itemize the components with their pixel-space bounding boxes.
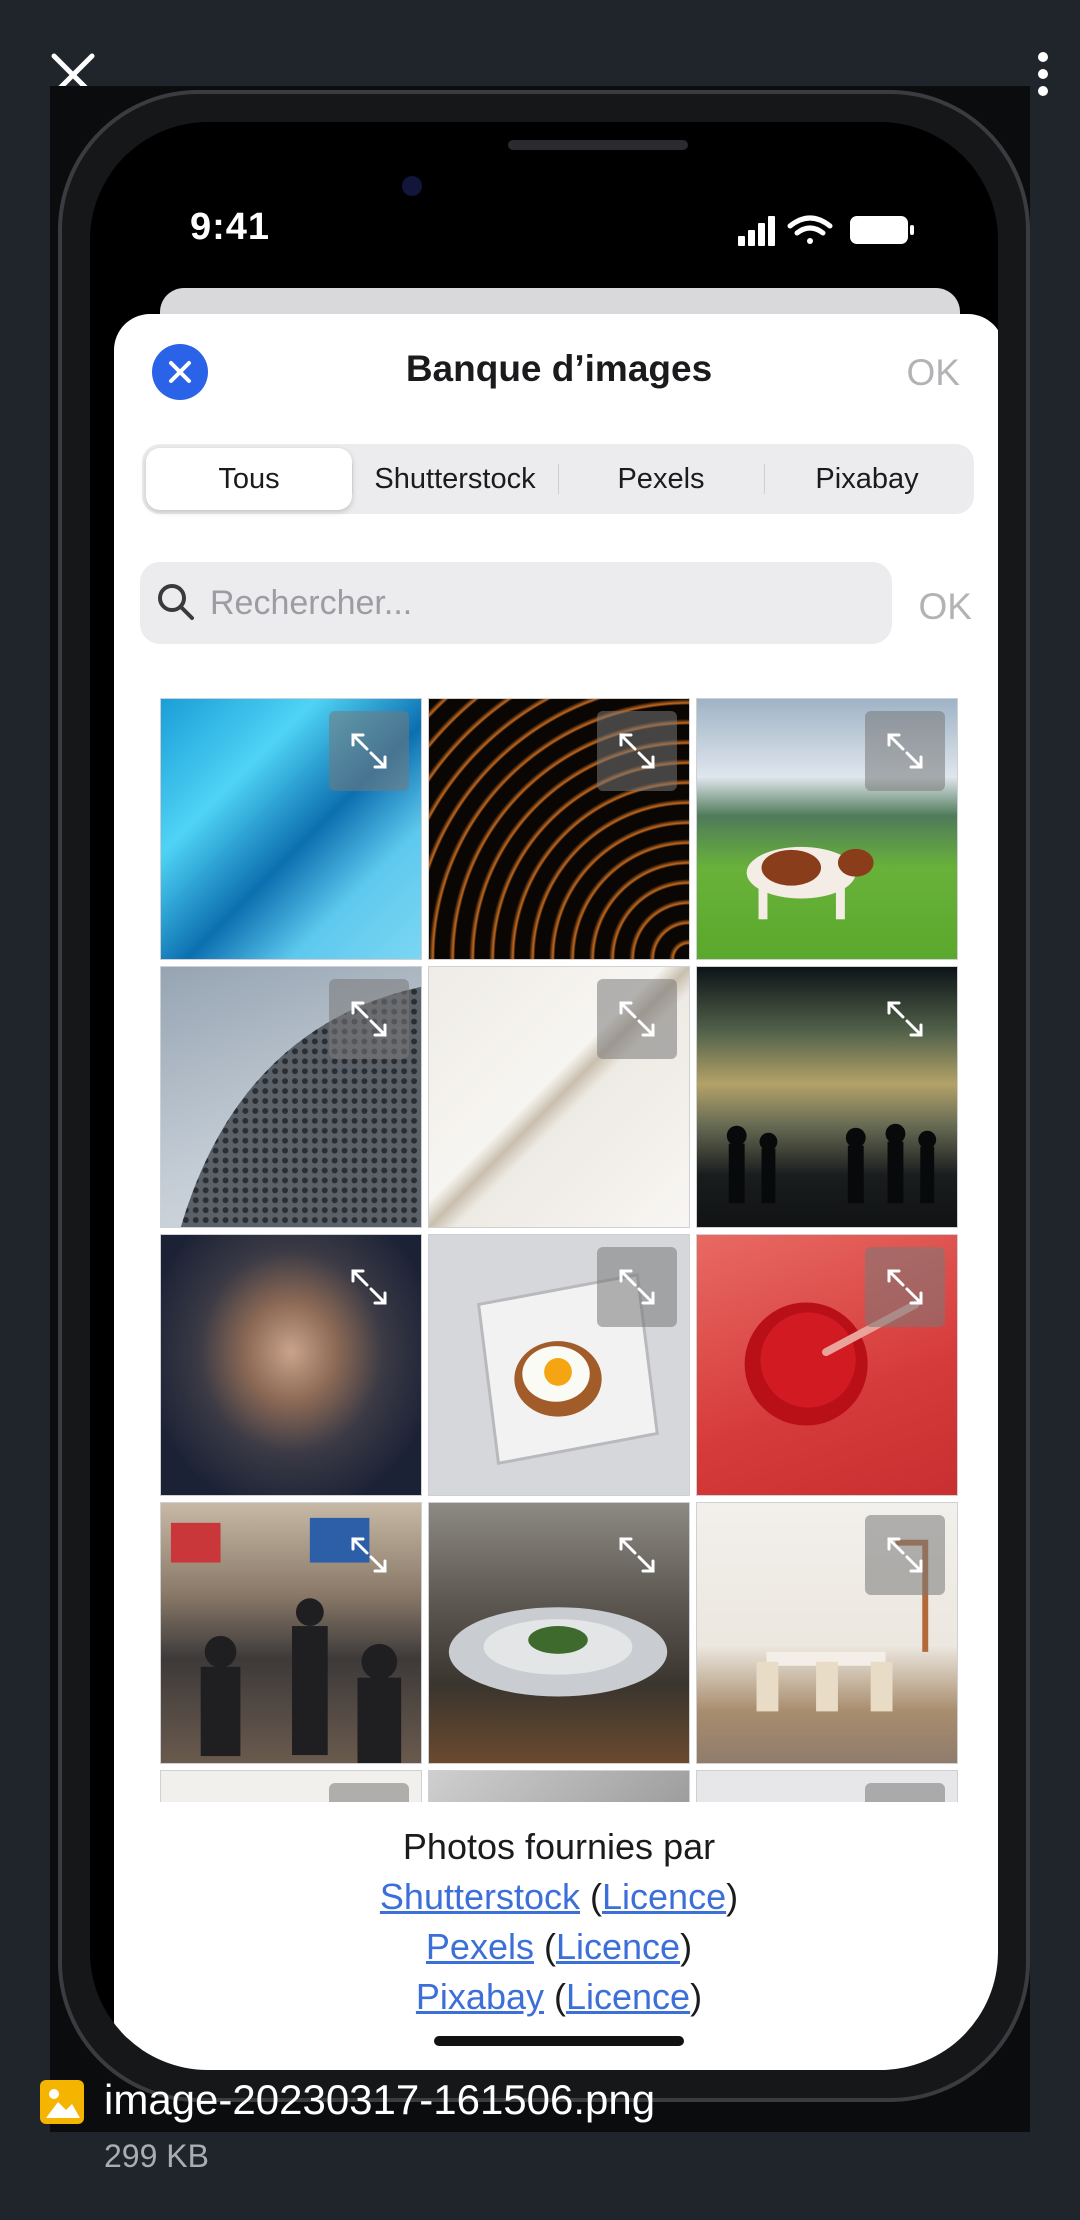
sheet-header: Banque d’images OK <box>114 314 998 432</box>
signal-icon <box>738 216 775 246</box>
source-tabs: Tous Shutterstock Pexels Pixabay <box>142 444 974 514</box>
search-ok-button[interactable]: OK <box>919 586 972 628</box>
expand-icon[interactable] <box>865 1515 945 1595</box>
image-tile[interactable] <box>428 698 690 960</box>
link-pixabay-licence[interactable]: Licence <box>566 1976 690 2017</box>
expand-icon[interactable] <box>597 711 677 791</box>
credit-line-pexels: Pexels (Licence) <box>425 1926 693 1967</box>
sheet-title: Banque d’images <box>405 348 713 389</box>
image-tile[interactable] <box>428 1770 690 1802</box>
link-pexels[interactable]: Pexels <box>426 1926 534 1967</box>
expand-icon[interactable] <box>329 711 409 791</box>
expand-icon[interactable] <box>329 1515 409 1595</box>
phone-screen: 9:41 Banque d’images OK Tous Shutterstoc… <box>90 122 998 2070</box>
image-tile[interactable] <box>160 698 422 960</box>
front-camera <box>402 176 422 196</box>
image-tile[interactable] <box>696 698 958 960</box>
expand-icon[interactable] <box>597 979 677 1059</box>
image-tile[interactable] <box>160 966 422 1228</box>
image-tile[interactable] <box>160 1234 422 1496</box>
link-pixabay[interactable]: Pixabay <box>416 1976 544 2017</box>
image-tile[interactable] <box>696 1770 958 1802</box>
expand-icon[interactable] <box>597 1515 677 1595</box>
credits-intro: Photos fournies par <box>402 1826 716 1867</box>
wifi-icon <box>787 215 833 244</box>
viewer-top-bar <box>0 0 1080 97</box>
photo-credits: Photos fournies par Shutterstock (Licenc… <box>114 1822 998 2022</box>
expand-icon[interactable] <box>329 1783 409 1802</box>
image-tile[interactable] <box>428 1502 690 1764</box>
file-size: 299 KB <box>104 2138 209 2174</box>
image-grid <box>160 698 962 1802</box>
tab-pixabay[interactable]: Pixabay <box>764 448 970 510</box>
image-file-icon <box>40 2080 84 2124</box>
expand-icon[interactable] <box>865 1247 945 1327</box>
status-time: 9:41 <box>190 206 271 248</box>
tab-tous[interactable]: Tous <box>146 448 352 510</box>
image-bank-sheet: Banque d’images OK Tous Shutterstock Pex… <box>114 314 998 2070</box>
image-preview: 9:41 Banque d’images OK Tous Shutterstoc… <box>50 86 1030 2132</box>
expand-icon[interactable] <box>329 979 409 1059</box>
image-tile[interactable] <box>696 1502 958 1764</box>
speaker-grille <box>508 140 688 150</box>
battery-icon <box>850 216 914 244</box>
image-tile[interactable] <box>696 966 958 1228</box>
expand-icon[interactable] <box>329 1247 409 1327</box>
ok-button[interactable]: OK <box>907 352 960 394</box>
image-tile[interactable] <box>428 1234 690 1496</box>
link-shutterstock-licence[interactable]: Licence <box>602 1876 726 1917</box>
image-thumbnail <box>429 1771 689 1802</box>
tab-shutterstock[interactable]: Shutterstock <box>352 448 558 510</box>
link-shutterstock[interactable]: Shutterstock <box>380 1876 580 1917</box>
tab-pexels[interactable]: Pexels <box>558 448 764 510</box>
search-input[interactable] <box>210 576 870 630</box>
search-icon <box>154 580 198 624</box>
file-name: image-20230317-161506.png <box>104 2076 656 2123</box>
link-pexels-licence[interactable]: Licence <box>556 1926 680 1967</box>
status-icons <box>738 212 918 248</box>
credit-line-pixabay: Pixabay (Licence) <box>415 1976 703 2017</box>
expand-icon[interactable] <box>865 711 945 791</box>
image-tile[interactable] <box>160 1502 422 1764</box>
image-tile[interactable] <box>160 1770 422 1802</box>
expand-icon[interactable] <box>865 979 945 1059</box>
phone-frame: 9:41 Banque d’images OK Tous Shutterstoc… <box>58 90 1030 2102</box>
home-indicator[interactable] <box>434 2036 684 2046</box>
expand-icon[interactable] <box>597 1247 677 1327</box>
search-box <box>140 562 892 644</box>
image-tile[interactable] <box>428 966 690 1228</box>
credit-line-shutterstock: Shutterstock (Licence) <box>379 1876 739 1917</box>
image-tile[interactable] <box>696 1234 958 1496</box>
expand-icon[interactable] <box>865 1783 945 1802</box>
